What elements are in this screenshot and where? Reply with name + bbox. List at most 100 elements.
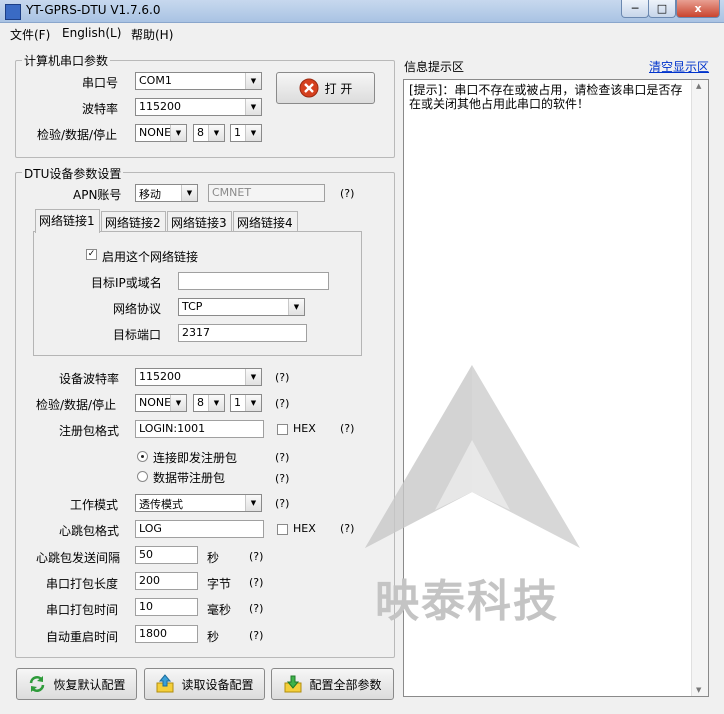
radio-send-on-connect[interactable] [137,451,148,462]
device-baud-help-icon[interactable]: (?) [275,371,289,384]
restart-time-value: 1800 [139,627,167,640]
pack-time-label: 串口打包时间 [46,603,119,617]
chevron-down-icon: ▼ [181,185,197,201]
serial-baud-select[interactable]: 115200 ▼ [135,98,262,116]
title-bar: YT-GPRS-DTU V1.7.6.0 ─ □ x [0,0,724,23]
target-port-value: 2317 [182,326,210,339]
target-port-input[interactable]: 2317 [178,324,307,342]
restore-defaults-button[interactable]: 恢复默认配置 [16,668,137,700]
heartbeat-format-input[interactable]: LOG [135,520,264,538]
apn-text-value: CMNET [212,186,252,199]
serial-port-select[interactable]: COM1 ▼ [135,72,262,90]
scroll-up-icon[interactable]: ▲ [696,82,701,90]
enable-link-label: 启用这个网络链接 [102,250,199,264]
serial-group-title: 计算机串口参数 [22,52,111,69]
enable-link-checkbox[interactable]: ✓ [86,249,97,260]
register-format-value: LOGIN:1001 [139,422,206,435]
work-mode-help-icon[interactable]: (?) [275,497,289,510]
protocol-select[interactable]: TCP ▼ [178,298,305,316]
serial-baud-label: 波特率 [82,102,119,116]
device-baud-select[interactable]: 115200 ▼ [135,368,262,386]
pack-time-help-icon[interactable]: (?) [249,602,263,615]
chevron-down-icon: ▼ [170,125,186,141]
radio-data-with-register[interactable] [137,471,148,482]
menu-file[interactable]: 文件(F) [10,26,50,43]
chevron-down-icon: ▼ [170,395,186,411]
tab-link-1[interactable]: 网络链接1 [35,209,100,233]
heartbeat-interval-label: 心跳包发送间隔 [36,551,121,565]
heartbeat-format-value: LOG [139,522,162,535]
write-all-button[interactable]: 配置全部参数 [271,668,394,700]
device-stopbits-select[interactable]: 1 ▼ [230,394,262,412]
restart-time-input[interactable]: 1800 [135,625,198,643]
minimize-button[interactable]: ─ [621,0,649,18]
work-mode-select[interactable]: 透传模式 ▼ [135,494,262,512]
pack-length-value: 200 [139,574,160,587]
pack-length-help-icon[interactable]: (?) [249,576,263,589]
menu-english[interactable]: English(L) [62,26,121,40]
read-config-button[interactable]: 读取设备配置 [144,668,265,700]
protocol-label: 网络协议 [113,302,162,316]
heartbeat-interval-help-icon[interactable]: (?) [249,550,263,563]
serial-stopbits-value: 1 [234,126,241,139]
work-mode-value: 透传模式 [139,498,183,511]
heartbeat-help-icon[interactable]: (?) [340,522,354,535]
heartbeat-interval-value: 50 [139,548,153,561]
tab-link-2[interactable]: 网络链接2 [101,211,166,231]
pack-length-input[interactable]: 200 [135,572,198,590]
serial-databits-select[interactable]: 8 ▼ [193,124,225,142]
register-format-input[interactable]: LOGIN:1001 [135,420,264,438]
refresh-icon [30,676,45,692]
menu-help[interactable]: 帮助(H) [131,26,173,43]
heartbeat-interval-input[interactable]: 50 [135,546,198,564]
tab-link-4[interactable]: 网络链接4 [233,211,298,231]
close-button[interactable]: x [676,0,720,18]
clear-display-link[interactable]: 清空显示区 [649,58,709,75]
radio-send-on-connect-label: 连接即发注册包 [153,451,238,465]
restart-time-help-icon[interactable]: (?) [249,629,263,642]
chevron-down-icon: ▼ [245,495,261,511]
watermark-text: 映泰科技 [375,576,559,627]
pack-time-input[interactable]: 10 [135,598,198,616]
serial-parity-select[interactable]: NONE ▼ [135,124,187,142]
target-ip-input[interactable] [178,272,329,290]
device-parity-value: NONE [139,396,172,409]
register-help-icon[interactable]: (?) [340,422,354,435]
device-databits-select[interactable]: 8 ▼ [193,394,225,412]
heartbeat-hex-checkbox[interactable] [277,524,288,535]
open-port-label: 打 开 [324,81,353,96]
scroll-down-icon[interactable]: ▼ [696,686,701,694]
close-circle-icon [299,78,319,98]
info-message: [提示]：串口不存在或被占用，请检查该串口是否存 在或关闭其他占用此串口的软件！ [409,83,694,111]
device-check-label: 检验/数据/停止 [36,398,117,412]
apn-text-field[interactable]: CMNET [208,184,325,202]
heartbeat-format-label: 心跳包格式 [59,524,120,538]
pack-time-value: 10 [139,600,153,613]
serial-stopbits-select[interactable]: 1 ▼ [230,124,262,142]
tab-link-3[interactable]: 网络链接3 [167,211,232,231]
apn-help-icon[interactable]: (?) [340,187,354,200]
register-hex-checkbox[interactable] [277,424,288,435]
open-port-button[interactable]: 打 开 [276,72,375,104]
chevron-down-icon: ▼ [245,125,261,141]
device-check-help-icon[interactable]: (?) [275,397,289,410]
radio-data-with-register-label: 数据带注册包 [153,471,226,485]
restore-defaults-label: 恢复默认配置 [53,677,126,692]
maximize-button[interactable]: □ [648,0,676,18]
heartbeat-interval-unit: 秒 [207,551,220,565]
apn-select[interactable]: 移动 ▼ [135,184,198,202]
tab-link-1-label: 网络链接1 [39,214,95,228]
chevron-down-icon: ▼ [208,395,224,411]
info-area-label: 信息提示区 [404,60,465,74]
work-mode-label: 工作模式 [70,498,119,512]
pack-length-label: 串口打包长度 [46,577,119,591]
serial-parity-value: NONE [139,126,172,139]
radio-data-help-icon[interactable]: (?) [275,472,289,485]
app-icon [5,4,21,20]
radio-connect-help-icon[interactable]: (?) [275,451,289,464]
serial-baud-value: 115200 [139,100,181,113]
vertical-scrollbar[interactable]: ▲ ▼ [691,80,708,696]
write-download-icon [284,675,302,693]
target-port-label: 目标端口 [113,328,162,342]
device-parity-select[interactable]: NONE ▼ [135,394,187,412]
